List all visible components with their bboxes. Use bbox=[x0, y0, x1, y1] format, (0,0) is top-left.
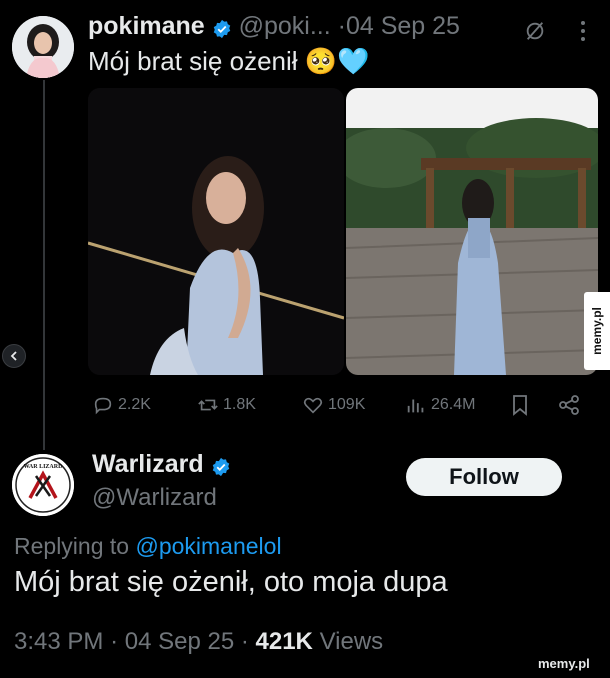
like-icon bbox=[303, 397, 323, 414]
author-handle[interactable]: @poki... bbox=[239, 12, 331, 40]
repost-stat[interactable]: 1.8K bbox=[197, 394, 256, 416]
share-icon[interactable] bbox=[558, 394, 580, 416]
meta-dot: · bbox=[240, 628, 249, 655]
views-count: 26.4M bbox=[431, 396, 476, 413]
reply-icon bbox=[94, 397, 112, 415]
tweet-text: Mój brat się ożenił 🥺🩵 bbox=[88, 46, 370, 76]
grok-icon[interactable] bbox=[524, 20, 546, 42]
bookmark-icon[interactable] bbox=[510, 394, 530, 416]
thread-line bbox=[43, 80, 45, 450]
reply-stat[interactable]: 2.2K bbox=[92, 394, 151, 416]
like-count: 109K bbox=[328, 396, 366, 413]
meta-dot: · bbox=[110, 628, 119, 655]
dot-separator: · bbox=[337, 12, 346, 40]
verified-badge-icon bbox=[212, 17, 232, 39]
reply-meta: 3:43 PM · 04 Sep 25 · 421K Views bbox=[14, 628, 383, 656]
warlizard-avatar[interactable]: WAR LIZARD bbox=[12, 454, 74, 516]
reply-author-name[interactable]: Warlizard bbox=[92, 450, 204, 478]
reply-views-label: Views bbox=[319, 628, 384, 655]
replying-to: Replying to @pokimanelol bbox=[14, 533, 282, 560]
verified-badge-icon bbox=[211, 455, 231, 477]
tweet-header: pokimane @poki... ·04 Sep 25 bbox=[88, 12, 460, 41]
tweet-photo-2[interactable] bbox=[346, 88, 598, 375]
more-icon[interactable] bbox=[578, 18, 588, 44]
reply-date[interactable]: 04 Sep 25 bbox=[125, 628, 234, 655]
side-watermark: memy.pl bbox=[584, 292, 610, 370]
scroll-left-icon[interactable] bbox=[2, 344, 26, 368]
reply-header: Warlizard bbox=[92, 450, 231, 479]
warlizard-logo-text: WAR LIZARD bbox=[24, 464, 64, 470]
repost-count: 1.8K bbox=[223, 396, 256, 413]
follow-button[interactable]: Follow bbox=[406, 458, 562, 496]
reply-time[interactable]: 3:43 PM bbox=[14, 628, 103, 655]
like-stat[interactable]: 109K bbox=[302, 394, 365, 416]
bottom-watermark: memy.pl bbox=[538, 656, 590, 671]
reply-count: 2.2K bbox=[118, 396, 151, 413]
pokimane-avatar[interactable] bbox=[12, 16, 74, 78]
views-icon bbox=[407, 399, 424, 413]
tweet-photo-1[interactable] bbox=[88, 88, 344, 375]
reply-author-handle[interactable]: @Warlizard bbox=[92, 484, 217, 512]
replying-prefix: Replying to bbox=[14, 533, 130, 559]
replying-to-handle-link[interactable]: @pokimanelol bbox=[135, 533, 281, 559]
side-watermark-text: memy.pl bbox=[590, 307, 605, 355]
views-stat[interactable]: 26.4M bbox=[405, 394, 475, 416]
tweet-date[interactable]: 04 Sep 25 bbox=[346, 12, 460, 40]
reply-views-count: 421K bbox=[255, 628, 313, 655]
repost-icon bbox=[198, 399, 218, 411]
author-name[interactable]: pokimane bbox=[88, 12, 205, 40]
reply-text: Mój brat się ożenił, oto moja dupa bbox=[14, 566, 448, 598]
